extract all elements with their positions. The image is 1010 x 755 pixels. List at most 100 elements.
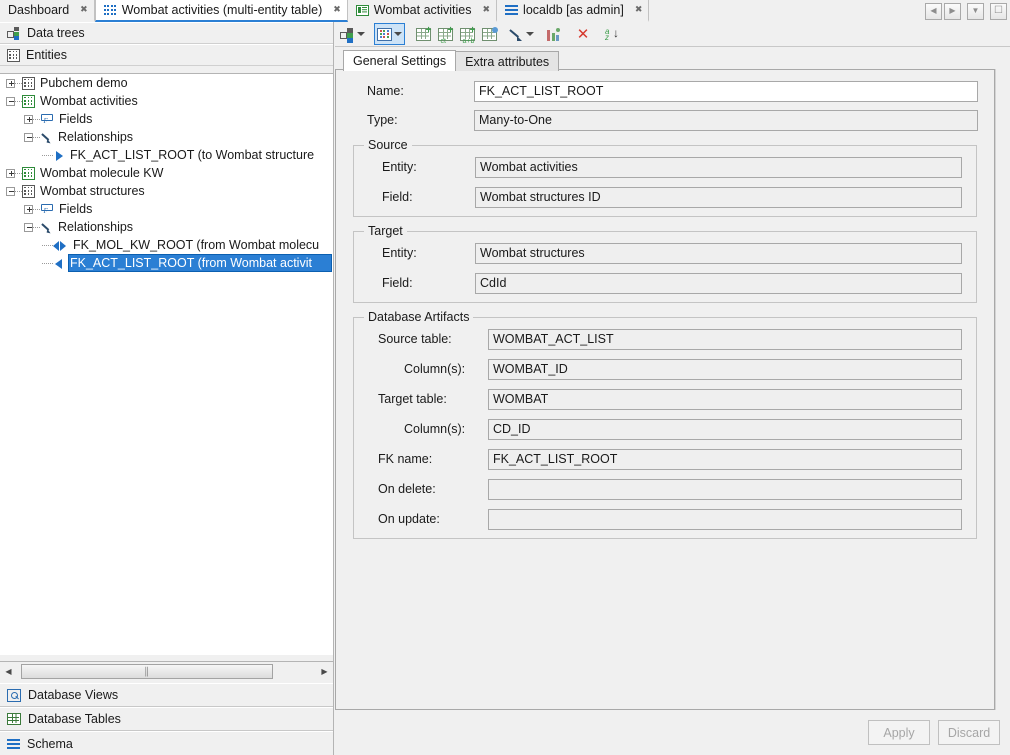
field-row-source-entity: Entity: Wombat activities: [368, 156, 962, 178]
tree-item[interactable]: Relationships: [0, 218, 333, 236]
tab-list-dropdown-button[interactable]: ▼: [967, 3, 984, 20]
tab-close-icon[interactable]: ✖: [635, 6, 643, 15]
fk-both-icon: [53, 239, 68, 251]
tree-item-selected[interactable]: FK_ACT_LIST_ROOT (from Wombat activit: [0, 254, 333, 272]
entities-grid-icon: [7, 49, 20, 62]
expand-icon[interactable]: [6, 169, 15, 178]
editor-toolbar: + +ct +a+b: [335, 22, 1010, 47]
red-x-icon: ✕: [577, 27, 590, 42]
collapse-icon[interactable]: [6, 187, 15, 196]
green-form-icon: [356, 5, 369, 16]
tree-item[interactable]: Fields: [0, 200, 333, 218]
tab-close-icon[interactable]: ✖: [80, 6, 88, 15]
toolbar-button-grid-view[interactable]: [374, 23, 405, 45]
sidebar-header-label: Entities: [26, 48, 67, 62]
tree-item[interactable]: FK_ACT_LIST_ROOT (to Wombat structure: [0, 146, 333, 164]
tree-connector: [42, 245, 53, 246]
sort-az-icon: a z ↓: [605, 27, 619, 41]
discard-button[interactable]: Discard: [938, 720, 1000, 745]
tree-item[interactable]: FK_MOL_KW_ROOT (from Wombat molecu: [0, 236, 333, 254]
diagonal-arrow-icon: [509, 28, 524, 41]
on-update-value: [488, 509, 962, 530]
tree-item[interactable]: Wombat activities: [0, 92, 333, 110]
tab-scroll-forward-button[interactable]: ▶: [944, 3, 961, 20]
tab-restore-button[interactable]: ☐: [990, 3, 1007, 20]
source-group: Source Entity: Wombat activities Field: …: [353, 145, 977, 217]
toolbar-button-add-table-node[interactable]: [478, 23, 500, 45]
collapse-icon[interactable]: [24, 133, 33, 142]
tab-general-settings[interactable]: General Settings: [343, 50, 456, 71]
toolbar-button-add-calculated-table[interactable]: +ct: [434, 23, 456, 45]
tree-item-label: Relationships: [53, 130, 133, 144]
target-group: Target Entity: Wombat structures Field: …: [353, 231, 977, 303]
sidebar-header-data-trees[interactable]: Data trees: [0, 22, 333, 44]
column-s-value: WOMBAT_ID: [488, 359, 962, 380]
field-row-source-field: Field: Wombat structures ID: [368, 186, 962, 208]
tab-wombat-activities[interactable]: Wombat activities ✖: [348, 0, 497, 22]
sidebar-item-database-views[interactable]: Database Views: [0, 683, 333, 707]
scroll-left-arrow-icon[interactable]: ◀: [0, 663, 17, 680]
field-label: Target table:: [368, 392, 488, 406]
sidebar-header-entities[interactable]: Entities: [0, 44, 333, 66]
expand-icon[interactable]: [6, 79, 15, 88]
tab-extra-attributes[interactable]: Extra attributes: [455, 51, 559, 71]
column-s-value: CD_ID: [488, 419, 962, 440]
tree-item[interactable]: Pubchem demo: [0, 74, 333, 92]
entities-tree[interactable]: Pubchem demoWombat activitiesFieldsRelat…: [0, 73, 333, 655]
toolbar-button-data-tree-view[interactable]: [338, 23, 367, 45]
data-tree-icon: [340, 28, 355, 41]
form-vertical-scroll-strip[interactable]: [995, 69, 1010, 710]
expand-icon[interactable]: [24, 115, 33, 124]
tab-wombat-activities-multi-entity-table[interactable]: Wombat activities (multi-entity table) ✖: [95, 0, 348, 22]
tree-connector: [33, 137, 40, 138]
entity-grid-icon: [22, 77, 35, 90]
toolbar-button-delete[interactable]: ✕: [572, 23, 594, 45]
tab-close-icon[interactable]: ✖: [483, 6, 491, 15]
field-row-type: Type: Many-to-One: [352, 109, 978, 131]
tree-connector: [42, 263, 53, 264]
scroll-right-arrow-icon[interactable]: ▶: [316, 663, 333, 680]
field-row-target-entity: Entity: Wombat structures: [368, 242, 962, 264]
field-row-name: Name: FK_ACT_LIST_ROOT: [352, 80, 978, 102]
db-table-icon: [7, 713, 21, 725]
chevron-down-icon[interactable]: [526, 32, 534, 36]
tree-item[interactable]: Fields: [0, 110, 333, 128]
tab-bar-filler: [649, 0, 925, 22]
tab-close-icon[interactable]: ✖: [333, 6, 341, 15]
schema-hamburger-icon: [7, 739, 20, 749]
tab-scroll-back-button[interactable]: ◀: [925, 3, 942, 20]
toolbar-button-sort[interactable]: a z ↓: [601, 23, 623, 45]
toolbar-button-relationship[interactable]: [507, 23, 536, 45]
field-label: Source table:: [368, 332, 488, 346]
apply-button[interactable]: Apply: [868, 720, 930, 745]
field-row-column-s: Column(s):WOMBAT_ID: [368, 358, 962, 380]
sidebar-item-schema[interactable]: Schema: [0, 731, 333, 755]
tab-localdb-as-admin[interactable]: localdb [as admin] ✖: [497, 0, 649, 22]
toolbar-button-add-table[interactable]: +: [412, 23, 434, 45]
tree-item-label: Wombat structures: [35, 184, 145, 198]
sidebar-item-database-tables[interactable]: Database Tables: [0, 707, 333, 731]
tree-connector: [42, 155, 53, 156]
collapse-icon[interactable]: [24, 223, 33, 232]
expand-icon[interactable]: [24, 205, 33, 214]
relationships-icon: [40, 131, 53, 143]
name-input[interactable]: FK_ACT_LIST_ROOT: [474, 81, 978, 102]
scroll-thumb[interactable]: ║: [21, 664, 273, 679]
tree-item[interactable]: Wombat molecule KW: [0, 164, 333, 182]
scroll-track[interactable]: ║: [17, 663, 316, 680]
hamburger-icon: [505, 5, 518, 15]
fk-left-icon: [53, 257, 65, 269]
field-row-on-delete: On delete:: [368, 478, 962, 500]
sidebar-horizontal-scrollbar[interactable]: ◀ ║ ▶: [0, 661, 333, 680]
collapse-icon[interactable]: [6, 97, 15, 106]
target-table-value: WOMBAT: [488, 389, 962, 410]
toolbar-button-add-formula-table[interactable]: +a+b: [456, 23, 478, 45]
tree-item[interactable]: Relationships: [0, 128, 333, 146]
chevron-down-icon[interactable]: [394, 32, 402, 36]
tab-dashboard[interactable]: Dashboard ✖: [0, 0, 95, 22]
data-tree-icon: [7, 27, 21, 39]
chevron-down-icon[interactable]: [357, 32, 365, 36]
toolbar-button-chart[interactable]: [543, 23, 565, 45]
tree-item[interactable]: Wombat structures: [0, 182, 333, 200]
form-tab-label: Extra attributes: [465, 55, 549, 69]
